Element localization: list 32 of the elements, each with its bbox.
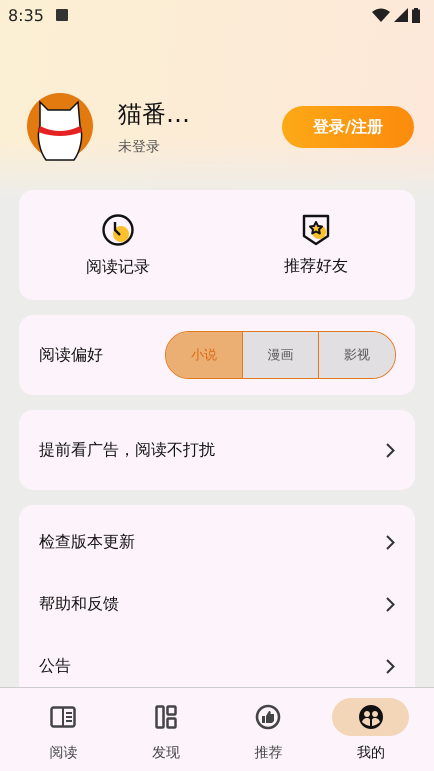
wifi-icon xyxy=(372,8,390,22)
nav-label[interactable]: 阅读 xyxy=(49,744,78,762)
menu-item[interactable]: 检查版本更新 xyxy=(39,532,386,552)
star-badge-icon xyxy=(302,214,330,246)
preference-option[interactable]: 影视 xyxy=(318,332,395,378)
people-icon xyxy=(358,704,384,730)
thumbs-up-icon xyxy=(255,704,282,730)
clock-icon xyxy=(101,212,135,246)
cat-avatar-icon xyxy=(26,92,96,162)
chevron-right-icon xyxy=(386,596,395,612)
preference-option[interactable]: 漫画 xyxy=(242,332,318,378)
signal-icon xyxy=(394,8,408,22)
nav-label[interactable]: 我的 xyxy=(356,744,385,762)
user-name: 猫番… xyxy=(118,99,191,130)
nav-label[interactable]: 发现 xyxy=(152,744,180,762)
login-status: 未登录 xyxy=(118,138,161,156)
menu-item[interactable]: 提前看广告，阅读不打扰 xyxy=(39,440,386,460)
shortcut-label[interactable]: 阅读记录 xyxy=(86,256,150,278)
nav-label[interactable]: 推荐 xyxy=(254,744,282,762)
chevron-right-icon xyxy=(386,658,395,674)
menu-item[interactable]: 帮助和反馈 xyxy=(39,594,386,614)
book-icon xyxy=(50,706,76,728)
shortcut-label[interactable]: 推荐好友 xyxy=(284,256,348,276)
chevron-right-icon xyxy=(386,442,395,458)
status-time: 8:35 xyxy=(8,6,44,24)
preference-label: 阅读偏好 xyxy=(39,344,104,366)
notification-icon xyxy=(56,9,68,21)
nav-tab[interactable] xyxy=(332,698,410,736)
menu-item[interactable]: 公告 xyxy=(39,656,386,676)
battery-icon xyxy=(412,8,420,22)
layout-icon xyxy=(154,705,177,729)
chevron-right-icon xyxy=(386,534,395,550)
